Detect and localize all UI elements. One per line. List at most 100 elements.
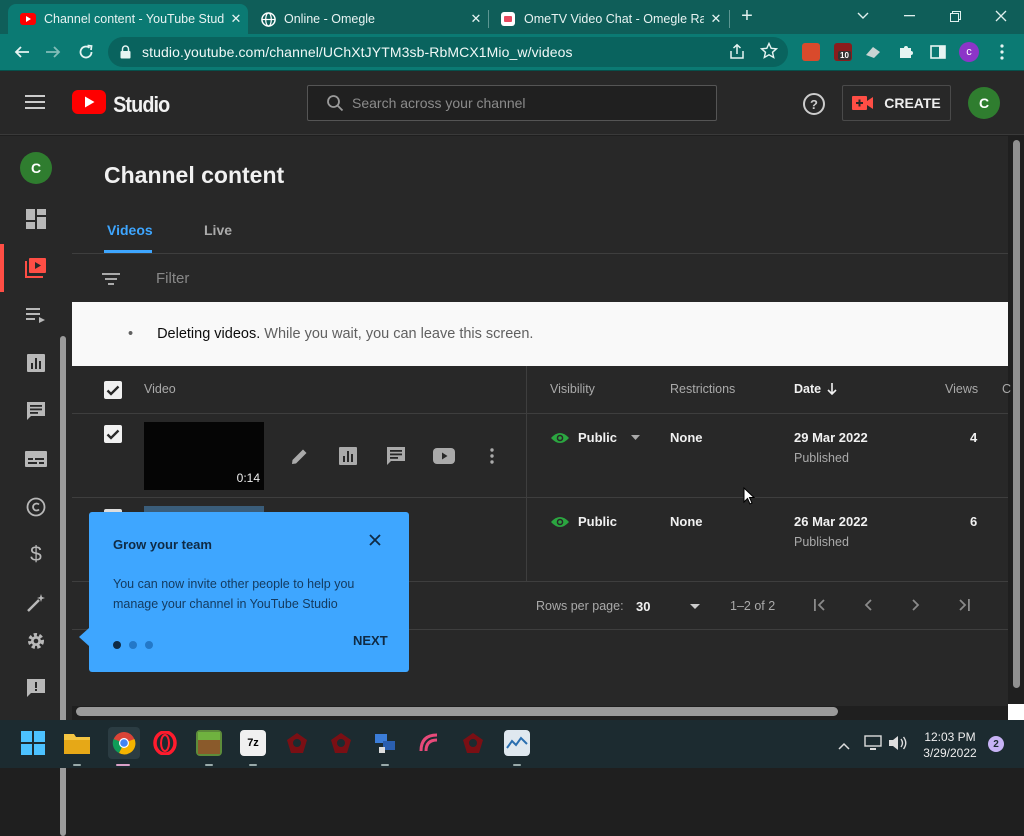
analytics-icon[interactable]	[336, 444, 360, 468]
new-tab-button[interactable]: +	[727, 0, 767, 32]
tab-search-chevron-icon[interactable]	[840, 0, 886, 32]
table-row[interactable]: 0:14 Public None 29 Mar 2022 Published 4	[72, 414, 1008, 498]
more-options-icon[interactable]	[480, 444, 504, 468]
visibility-dropdown[interactable]: Public	[550, 430, 641, 445]
customization-wand-icon[interactable]	[24, 591, 48, 615]
network-app-icon[interactable]	[372, 730, 398, 756]
app-icon[interactable]	[328, 730, 354, 756]
close-tab-icon[interactable]: ✕	[224, 11, 248, 27]
7zip-icon[interactable]: 7z	[240, 730, 266, 756]
content-icon[interactable]	[24, 255, 48, 279]
app-icon[interactable]	[416, 730, 442, 756]
close-tab-icon[interactable]: ✕	[704, 11, 728, 27]
column-header-date[interactable]: Date	[794, 382, 837, 396]
tab-ometv[interactable]: OmeTV Video Chat - Omegle Random ✕	[488, 4, 728, 34]
video-thumbnail[interactable]: 0:14	[144, 422, 264, 490]
address-bar[interactable]: studio.youtube.com/channel/UChXtJYTM3sb-…	[108, 37, 788, 67]
search-input[interactable]	[352, 95, 682, 111]
volume-icon[interactable]	[888, 735, 908, 756]
side-panel-icon[interactable]	[929, 43, 947, 61]
visibility-value: Public	[578, 430, 618, 445]
row-checkbox[interactable]	[104, 425, 122, 443]
previous-page-icon[interactable]	[863, 599, 873, 614]
close-icon[interactable]	[369, 533, 381, 551]
chrome-icon[interactable]	[108, 727, 140, 759]
studio-logo-text: Studio	[113, 91, 170, 117]
reload-icon[interactable]	[73, 39, 99, 65]
studio-header: Studio ? CREATE C	[0, 71, 1024, 135]
forward-arrow-icon[interactable]	[40, 39, 66, 65]
minecraft-icon[interactable]	[196, 730, 222, 756]
column-header-restrictions: Restrictions	[670, 382, 736, 396]
opera-icon[interactable]	[152, 730, 178, 756]
kebab-menu-icon[interactable]	[989, 39, 1015, 65]
network-icon[interactable]	[864, 735, 882, 756]
feedback-icon[interactable]	[24, 676, 48, 700]
first-page-icon[interactable]	[813, 599, 827, 614]
rows-per-page-select[interactable]: 30	[636, 595, 700, 617]
copyright-icon[interactable]	[24, 495, 48, 519]
tab-videos[interactable]: Videos	[107, 222, 153, 238]
rows-per-page-value: 30	[636, 598, 651, 614]
subtitles-icon[interactable]	[24, 447, 48, 471]
visibility-dropdown[interactable]: Public	[550, 514, 617, 529]
share-icon[interactable]	[728, 43, 746, 66]
vertical-scrollbar[interactable]	[1013, 140, 1020, 688]
minimize-icon[interactable]	[886, 0, 932, 32]
studio-logo[interactable]: Studio	[72, 90, 172, 119]
hamburger-menu-icon[interactable]	[25, 94, 45, 115]
last-page-icon[interactable]	[957, 599, 971, 614]
ublock-extension-icon[interactable]: 10	[834, 43, 852, 61]
date-header-label: Date	[794, 382, 822, 396]
extension-icon[interactable]	[802, 43, 820, 61]
comments-icon[interactable]	[384, 444, 408, 468]
playlists-icon[interactable]	[24, 303, 48, 327]
analytics-icon[interactable]	[24, 351, 48, 375]
bookmark-star-icon[interactable]	[759, 41, 779, 65]
help-icon[interactable]: ?	[803, 93, 825, 115]
next-button[interactable]: NEXT	[353, 633, 388, 648]
horizontal-scrollbar[interactable]	[76, 707, 838, 716]
puzzle-extensions-icon[interactable]	[897, 43, 915, 61]
youtube-play-icon[interactable]	[432, 444, 456, 468]
tooltip-body: You can now invite other people to help …	[113, 577, 355, 611]
clock-time: 12:03 PM	[924, 730, 976, 744]
create-button[interactable]: CREATE	[842, 85, 951, 121]
monetization-dollar-icon[interactable]: $	[24, 543, 48, 567]
search-box[interactable]	[307, 85, 717, 121]
tab-omegle[interactable]: Online - Omegle ✕	[248, 4, 488, 34]
windows-start-icon[interactable]	[20, 730, 46, 756]
select-all-checkbox[interactable]	[104, 381, 122, 399]
column-header-views: Views	[945, 382, 979, 396]
column-header-video: Video	[144, 382, 176, 396]
tab-youtube-studio[interactable]: Channel content - YouTube Studio ✕	[8, 4, 248, 34]
clock[interactable]: 12:03 PM 3/29/2022	[915, 729, 985, 761]
tab-title: OmeTV Video Chat - Omegle Random	[524, 12, 704, 26]
settings-gear-icon[interactable]	[24, 629, 48, 653]
account-avatar[interactable]: C	[968, 87, 1000, 119]
restrictions-value: None	[670, 430, 703, 445]
resource-monitor-icon[interactable]	[504, 730, 530, 756]
comments-icon[interactable]	[24, 399, 48, 423]
extension-icon[interactable]	[864, 43, 882, 61]
restore-icon[interactable]	[932, 0, 978, 32]
browser-toolbar: studio.youtube.com/channel/UChXtJYTM3sb-…	[0, 34, 1024, 71]
tab-live[interactable]: Live	[204, 222, 232, 238]
app-icon[interactable]	[284, 730, 310, 756]
ometv-favicon-icon	[500, 11, 516, 27]
next-page-icon[interactable]	[911, 599, 921, 614]
notification-badge[interactable]: 2	[988, 736, 1004, 752]
edit-pencil-icon[interactable]	[288, 444, 312, 468]
profile-avatar[interactable]: c	[959, 42, 979, 62]
file-explorer-icon[interactable]	[64, 730, 90, 756]
channel-avatar[interactable]: C	[20, 152, 52, 184]
windows-taskbar: 7z 12:03 PM 3/29/2022 2	[0, 720, 1024, 768]
back-arrow-icon[interactable]	[9, 39, 35, 65]
dashboard-icon[interactable]	[24, 207, 48, 231]
close-tab-icon[interactable]: ✕	[464, 11, 488, 27]
show-hidden-icons-chevron-icon[interactable]	[838, 737, 850, 755]
app-icon[interactable]	[460, 730, 486, 756]
close-window-icon[interactable]	[978, 0, 1024, 32]
filter-icon[interactable]	[102, 272, 120, 290]
filter-input[interactable]: Filter	[156, 270, 189, 287]
